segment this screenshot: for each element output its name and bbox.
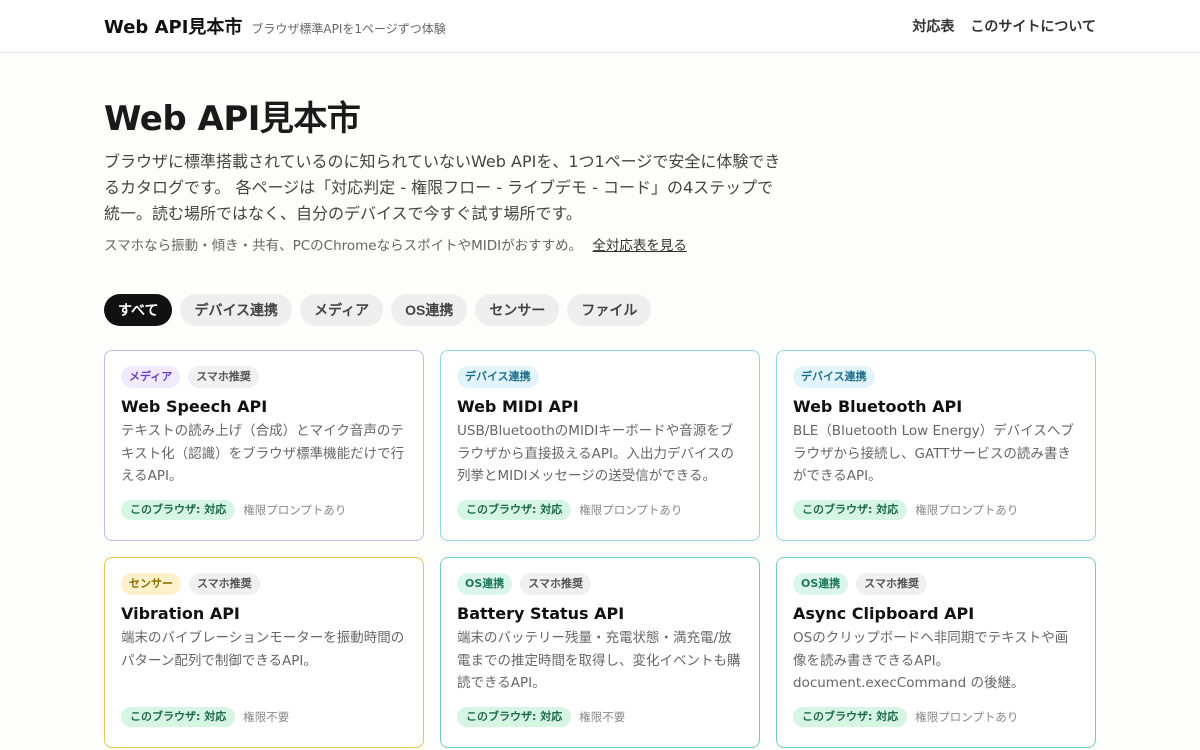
hero-lead: ブラウザに標準搭載されているのに知られていないWeb APIを、1つ1ページで安… xyxy=(104,152,781,223)
hero-sub: スマホなら振動・傾き・共有、PCのChromeならスポイトやMIDIがおすすめ。… xyxy=(104,234,1096,254)
card-title: Web Speech API xyxy=(121,397,268,416)
support-badge: このブラウザ: 対応 xyxy=(121,707,236,727)
card-footer: このブラウザ: 対応 権限プロンプトあり xyxy=(121,500,407,520)
card-description: USB/BluetoothのMIDIキーボードや音源をブラウザから直接扱えるAP… xyxy=(457,423,735,484)
card-tags: デバイス連携 xyxy=(793,366,1079,388)
category-tag: OS連携 xyxy=(793,573,849,595)
card-footer: このブラウザ: 対応 権限プロンプトあり xyxy=(457,500,743,520)
api-card-async-clipboard[interactable]: OS連携 スマホ推奨 Async Clipboard API OSのクリップボー… xyxy=(776,557,1096,748)
card-title: Battery Status API xyxy=(457,604,625,623)
full-support-table-link[interactable]: 全対応表を見る xyxy=(592,238,687,254)
mobile-recommended-tag: スマホ推奨 xyxy=(188,366,259,388)
permission-note: 権限プロンプトあり xyxy=(915,710,1019,724)
card-footer: このブラウザ: 対応 権限プロンプトあり xyxy=(793,707,1079,727)
card-description: 端末のバイブレーションモーターを振動時間のパターン配列で制御できるAPI。 xyxy=(121,630,405,669)
api-card-web-midi[interactable]: デバイス連携 Web MIDI API USB/BluetoothのMIDIキー… xyxy=(440,350,760,541)
brand: Web API見本市 ブラウザ標準APIを1ページずつ体験 xyxy=(104,13,446,39)
card-description: OSのクリップボードへ非同期でテキストや画像を読み書きできるAPI。docume… xyxy=(793,630,1069,691)
card-footer: このブラウザ: 対応 権限不要 xyxy=(121,707,407,727)
card-title: Vibration API xyxy=(121,604,240,623)
card-tags: デバイス連携 xyxy=(457,366,743,388)
category-tag: デバイス連携 xyxy=(457,366,539,388)
support-badge: このブラウザ: 対応 xyxy=(457,500,572,520)
category-tag: メディア xyxy=(121,366,181,388)
permission-note: 権限プロンプトあり xyxy=(243,503,347,517)
category-tag: センサー xyxy=(121,573,181,595)
filter-all[interactable]: すべて xyxy=(104,294,173,326)
site-logo-link[interactable]: Web API見本市 xyxy=(104,13,242,39)
site-tagline: ブラウザ標準APIを1ページずつ体験 xyxy=(251,22,446,36)
mobile-recommended-tag: スマホ推奨 xyxy=(520,573,591,595)
card-description: 端末のバッテリー残量・充電状態・満充電/放電までの推定時間を取得し、変化イベント… xyxy=(457,630,741,691)
category-filters: すべて デバイス連携 メディア OS連携 センサー ファイル xyxy=(104,294,1096,326)
card-tags: OS連携 スマホ推奨 xyxy=(793,573,1079,595)
permission-note: 権限不要 xyxy=(243,710,290,724)
permission-note: 権限不要 xyxy=(579,710,626,724)
nav-link-support-table[interactable]: 対応表 xyxy=(912,16,954,36)
filter-os[interactable]: OS連携 xyxy=(391,294,468,326)
card-footer: このブラウザ: 対応 権限プロンプトあり xyxy=(793,500,1079,520)
api-card-web-speech[interactable]: メディア スマホ推奨 Web Speech API テキストの読み上げ（合成）と… xyxy=(104,350,424,541)
nav-link-about[interactable]: このサイトについて xyxy=(970,16,1096,36)
card-footer: このブラウザ: 対応 権限不要 xyxy=(457,707,743,727)
card-description: BLE（Bluetooth Low Energy）デバイスへブラウザから接続し、… xyxy=(793,423,1074,484)
api-card-battery-status[interactable]: OS連携 スマホ推奨 Battery Status API 端末のバッテリー残量… xyxy=(440,557,760,748)
card-tags: メディア スマホ推奨 xyxy=(121,366,407,388)
support-badge: このブラウザ: 対応 xyxy=(793,500,908,520)
card-title: Web MIDI API xyxy=(457,397,579,416)
card-title: Async Clipboard API xyxy=(793,604,975,623)
filter-device[interactable]: デバイス連携 xyxy=(180,294,293,326)
main-content: Web API見本市 ブラウザに標準搭載されているのに知られていないWeb AP… xyxy=(0,91,1200,748)
card-tags: センサー スマホ推奨 xyxy=(121,573,407,595)
filter-sensor[interactable]: センサー xyxy=(475,294,560,326)
permission-note: 権限プロンプトあり xyxy=(915,503,1019,517)
header-nav: 対応表 このサイトについて xyxy=(912,16,1096,36)
api-card-grid: メディア スマホ推奨 Web Speech API テキストの読み上げ（合成）と… xyxy=(104,350,1096,748)
page-title: Web API見本市 xyxy=(104,99,361,139)
mobile-recommended-tag: スマホ推奨 xyxy=(189,573,260,595)
card-tags: OS連携 スマホ推奨 xyxy=(457,573,743,595)
filter-file[interactable]: ファイル xyxy=(567,294,652,326)
api-card-vibration[interactable]: センサー スマホ推奨 Vibration API 端末のバイブレーションモーター… xyxy=(104,557,424,748)
filter-media[interactable]: メディア xyxy=(300,294,384,326)
category-tag: OS連携 xyxy=(457,573,513,595)
permission-note: 権限プロンプトあり xyxy=(579,503,683,517)
mobile-recommended-tag: スマホ推奨 xyxy=(856,573,927,595)
api-card-web-bluetooth[interactable]: デバイス連携 Web Bluetooth API BLE（Bluetooth L… xyxy=(776,350,1096,541)
card-title: Web Bluetooth API xyxy=(793,397,963,416)
support-badge: このブラウザ: 対応 xyxy=(121,500,236,520)
hero-sub-text: スマホなら振動・傾き・共有、PCのChromeならスポイトやMIDIがおすすめ。 xyxy=(104,238,583,254)
support-badge: このブラウザ: 対応 xyxy=(793,707,908,727)
site-header: Web API見本市 ブラウザ標準APIを1ページずつ体験 対応表 このサイトに… xyxy=(0,0,1200,53)
category-tag: デバイス連携 xyxy=(793,366,875,388)
card-description: テキストの読み上げ（合成）とマイク音声のテキスト化（認識）をブラウザ標準機能だけ… xyxy=(121,423,405,484)
support-badge: このブラウザ: 対応 xyxy=(457,707,572,727)
